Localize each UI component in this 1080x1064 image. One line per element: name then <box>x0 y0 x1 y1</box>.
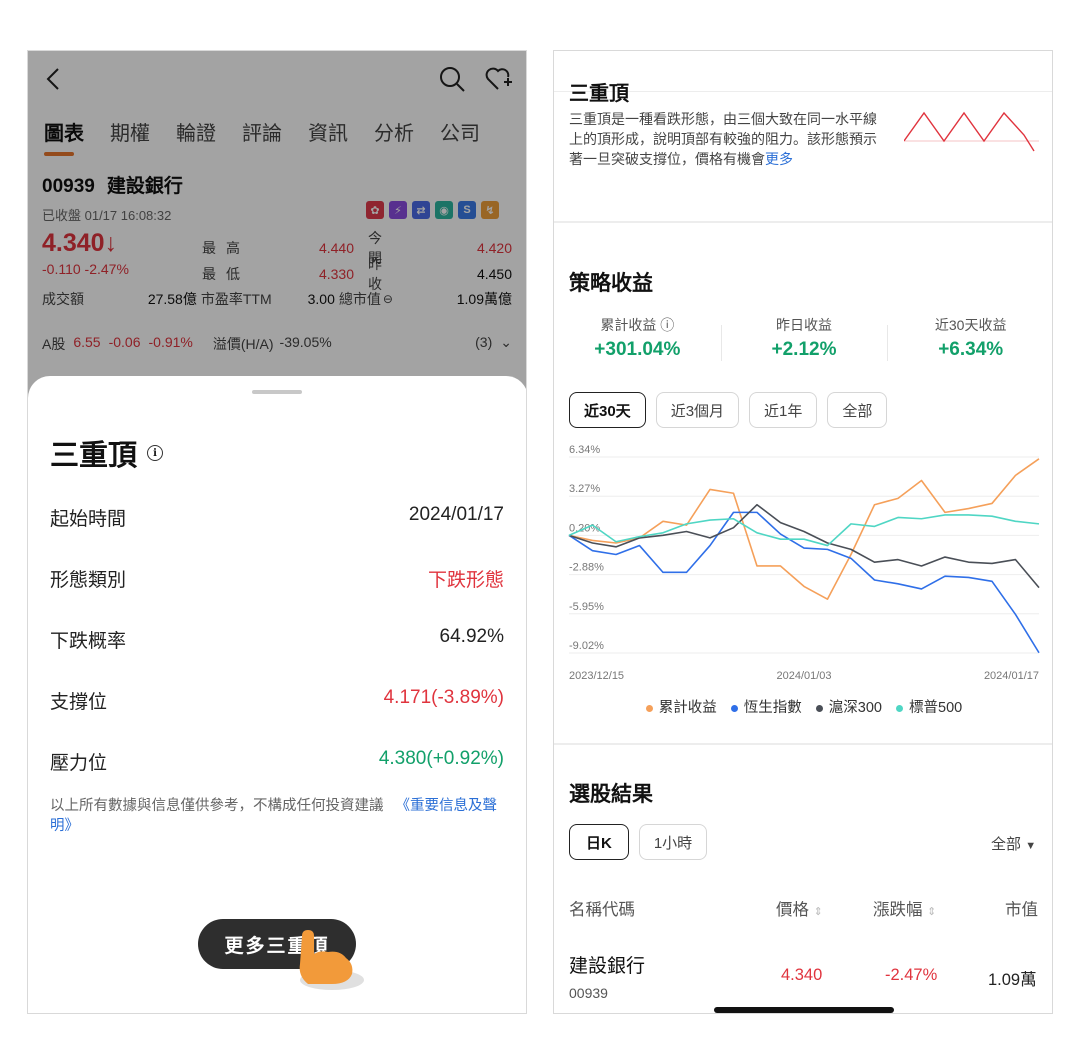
x-tick-label: 2023/12/15 <box>569 670 624 682</box>
timeframe-hourly-button[interactable]: 1小時 <box>638 824 708 860</box>
resistance-value: 4.380(+0.92%) <box>378 748 504 769</box>
period-1y-button[interactable]: 近1年 <box>749 392 818 428</box>
filter-dropdown[interactable]: 全部 ▼ <box>991 833 1036 854</box>
resistance-label: 壓力位 <box>50 753 108 774</box>
home-indicator[interactable] <box>714 1007 894 1013</box>
legend-label: 恆生指數 <box>743 700 802 716</box>
col-name-code: 名稱代碼 <box>569 901 635 919</box>
period-all-button[interactable]: 全部 <box>827 392 888 428</box>
disclaimer: 以上所有數據與信息僅供參考，不構成任何投資建議 《重要信息及聲明》 <box>50 796 510 836</box>
col-change-label: 漲跌幅 <box>873 901 923 919</box>
row-change: -2.47% <box>885 966 938 984</box>
strategy-screen: 三重頂 三重頂是一種看跌形態，由三個大致在同一水平線上的頂形成，說明頂部有較強的… <box>553 50 1053 1014</box>
divider <box>554 221 1052 223</box>
pattern-description: 三重頂是一種看跌形態，由三個大致在同一水平線上的頂形成，說明頂部有較強的阻力。該… <box>569 109 889 169</box>
sheet-title: 三重頂 i <box>50 432 164 474</box>
col-change[interactable]: 漲跌幅 ⇕ <box>873 896 936 920</box>
30day-return: 近30天收益 +6.34% <box>887 315 1052 361</box>
pattern-desc-text: 三重頂是一種看跌形態，由三個大致在同一水平線上的頂形成，說明頂部有較強的阻力。該… <box>569 111 877 167</box>
legend-dot <box>730 704 738 712</box>
start-time-label: 起始時間 <box>50 509 127 530</box>
series-line-恆生指數 <box>568 511 1040 654</box>
y-tick-label: -5.95% <box>569 601 604 613</box>
support-row: 支撐位 4.171(-3.89%) <box>50 687 504 714</box>
more-link[interactable]: 更多 <box>765 151 793 167</box>
cumulative-return-label: 累計收益 <box>600 317 657 333</box>
legend-label: 標普500 <box>909 700 963 716</box>
row-mcap: 1.09萬 <box>988 971 1037 989</box>
chart-legend: 累計收益 恆生指數 滬深300 標普500 <box>554 696 1052 717</box>
legend-label: 累計收益 <box>658 700 717 716</box>
yesterday-return: 昨日收益 +2.12% <box>720 315 888 361</box>
strategy-title: 策略收益 <box>569 272 653 295</box>
sort-icon: ⇕ <box>927 906 937 918</box>
legend-item: 標普500 <box>896 696 962 717</box>
start-time-row: 起始時間 2024/01/17 <box>50 504 504 531</box>
y-tick-label: -2.88% <box>569 562 604 574</box>
stock-detail-screen: 圖表 期權 輪證 評論 資訊 分析 公司 00939 建設銀行 已收盤 01/17… <box>27 50 527 1014</box>
period-3m-button[interactable]: 近3個月 <box>655 392 740 428</box>
y-tick-label: 6.34% <box>569 444 600 456</box>
row-price: 4.340 <box>781 966 823 984</box>
row-stock-name: 建設銀行 <box>569 956 646 977</box>
return-line-chart: 6.34%3.27%0.20%-2.88%-5.95%-9.02%2023/12… <box>568 444 1040 682</box>
legend-item: 累計收益 <box>645 696 717 717</box>
sheet-title-text: 三重頂 <box>50 440 138 472</box>
disclaimer-text: 以上所有數據與信息僅供參考，不構成任何投資建議 <box>50 798 384 814</box>
legend-dot <box>815 704 823 712</box>
yesterday-return-label: 昨日收益 <box>776 317 832 333</box>
col-price-label: 價格 <box>776 901 809 919</box>
x-tick-label: 2024/01/17 <box>984 670 1039 682</box>
legend-label: 滬深300 <box>828 700 882 716</box>
y-tick-label: 3.27% <box>569 483 600 495</box>
pattern-type-value: 下跌形態 <box>427 570 504 591</box>
legend-item: 滬深300 <box>815 696 882 717</box>
period-30d-button[interactable]: 近30天 <box>569 392 646 428</box>
legend-dot <box>645 704 653 712</box>
triple-top-illustration <box>904 111 1039 152</box>
legend-item: 恆生指數 <box>730 696 802 717</box>
pattern-type-row: 形態類別 下跌形態 <box>50 565 504 592</box>
fall-probability-row: 下跌概率 64.92% <box>50 626 504 653</box>
30day-return-value: +6.34% <box>938 339 1004 360</box>
pattern-type-label: 形態類別 <box>50 570 127 591</box>
fall-probability-label: 下跌概率 <box>50 631 127 652</box>
sort-icon: ⇕ <box>813 906 823 918</box>
timeframe-selector: 日K 1小時 <box>569 824 708 860</box>
col-mcap: 市值 <box>1005 901 1038 919</box>
support-value: 4.171(-3.89%) <box>383 687 504 708</box>
cumulative-return-value: +301.04% <box>594 339 681 360</box>
info-icon[interactable]: ⓘ <box>660 317 674 333</box>
filter-label: 全部 <box>991 836 1022 853</box>
legend-dot <box>896 704 903 712</box>
start-time-value: 2024/01/17 <box>408 504 504 525</box>
tap-hand-icon <box>299 930 364 990</box>
support-label: 支撐位 <box>50 692 108 713</box>
x-tick-label: 2024/01/03 <box>776 670 831 682</box>
pattern-bottom-sheet: 三重頂 i 起始時間 2024/01/17 形態類別 下跌形態 下跌概率 64.… <box>28 376 526 1013</box>
period-selector: 近30天 近3個月 近1年 全部 <box>569 392 888 428</box>
timeframe-daily-button[interactable]: 日K <box>569 824 629 860</box>
row-stock-code: 00939 <box>569 985 608 1001</box>
pattern-title: 三重頂 <box>569 83 629 105</box>
info-icon[interactable]: i <box>147 445 164 461</box>
series-line-標普500 <box>568 514 1040 547</box>
resistance-row: 壓力位 4.380(+0.92%) <box>50 748 504 775</box>
cumulative-return: 累計收益 ⓘ +301.04% <box>554 315 721 361</box>
col-price[interactable]: 價格 ⇕ <box>776 896 823 920</box>
caret-down-icon: ▼ <box>1025 840 1037 852</box>
yesterday-return-value: +2.12% <box>771 339 837 360</box>
divider <box>554 743 1052 745</box>
fall-probability-value: 64.92% <box>439 626 504 647</box>
drag-handle[interactable] <box>252 390 302 394</box>
strategy-metrics: 累計收益 ⓘ +301.04% 昨日收益 +2.12% 近30天收益 +6.34… <box>554 315 1052 361</box>
stock-selection-title: 選股結果 <box>569 783 653 806</box>
30day-return-label: 近30天收益 <box>934 317 1007 333</box>
y-tick-label: -9.02% <box>569 640 604 652</box>
